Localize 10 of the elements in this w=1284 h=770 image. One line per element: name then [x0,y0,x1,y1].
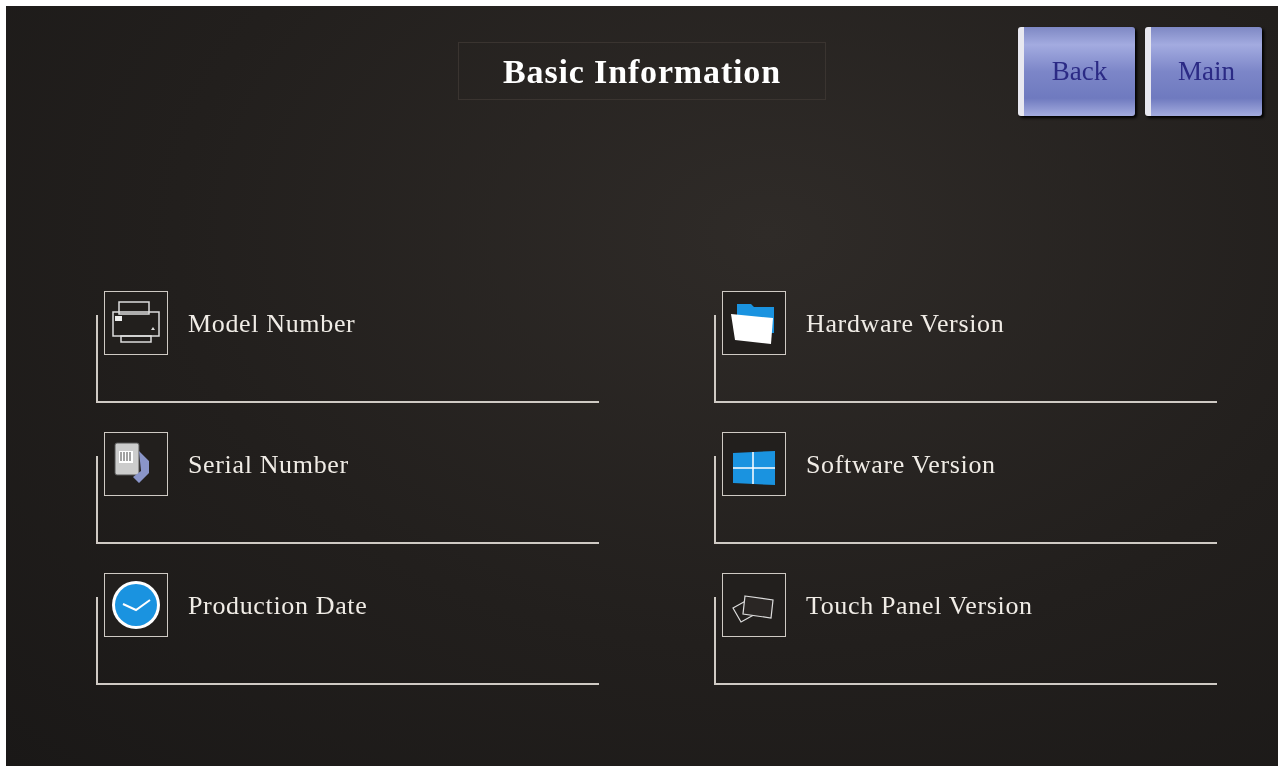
info-label: Software Version [806,448,996,481]
nav-button[interactable]: Main [1145,27,1262,116]
info-label: Touch Panel Version [806,589,1033,622]
clock-icon [109,578,163,632]
info-label: Model Number [188,307,356,340]
page-title: Basic Information [503,51,781,92]
info-label: Production Date [188,589,368,622]
info-label: Hardware Version [806,307,1005,340]
info-label: Serial Number [188,448,349,481]
nav-button[interactable]: Back [1018,27,1135,116]
